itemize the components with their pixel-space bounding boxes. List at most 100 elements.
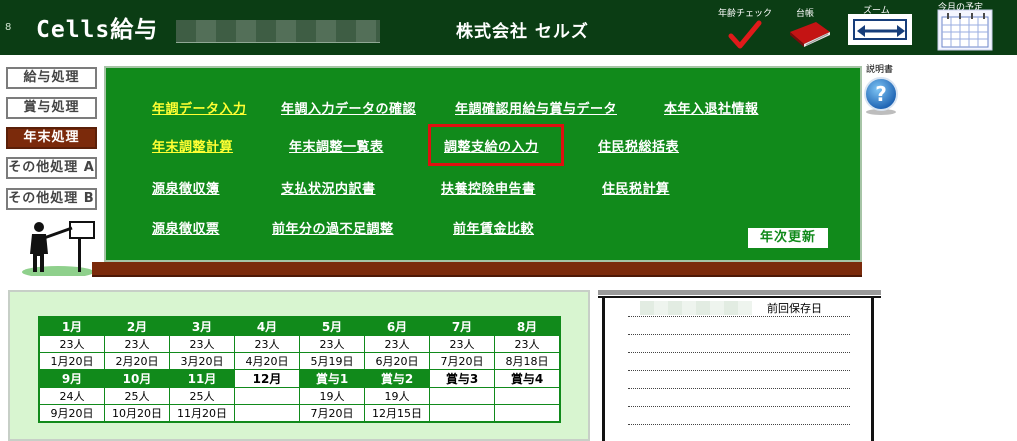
bonus-header[interactable]: 賞与4 — [494, 369, 561, 388]
ledger-book-icon[interactable] — [788, 20, 832, 48]
link-withholding-slip[interactable]: 源泉徴収票 — [152, 218, 220, 237]
employee-count — [494, 387, 561, 405]
link-withholding-book[interactable]: 源泉徴収簿 — [152, 178, 220, 197]
month-header[interactable]: 6月 — [364, 316, 430, 336]
month-header[interactable]: 12月 — [234, 369, 300, 388]
payment-date: 11月20日 — [169, 404, 235, 423]
bonus-header[interactable]: 賞与3 — [429, 369, 495, 388]
month-header[interactable]: 8月 — [494, 316, 561, 336]
month-summary-table: 1月 2月 3月 4月 5月 6月 7月 8月 23人 23人 23人 23人 … — [38, 316, 561, 423]
payment-date: 9月20日 — [38, 404, 105, 423]
save-log-line — [628, 406, 850, 407]
double-arrow-icon — [857, 25, 905, 37]
month-header[interactable]: 5月 — [299, 316, 365, 336]
employee-count: 23人 — [169, 335, 235, 353]
calendar-icon[interactable] — [937, 9, 993, 51]
last-saved-label: 前回保存日 — [767, 302, 822, 315]
link-prior-year-wage-compare[interactable]: 前年賃金比較 — [453, 218, 534, 237]
month-header[interactable]: 3月 — [169, 316, 235, 336]
link-year-end-calc[interactable]: 年末調整計算 — [152, 136, 233, 155]
payment-date: 5月19日 — [299, 352, 365, 370]
payment-date: 6月20日 — [364, 352, 430, 370]
save-log-line — [628, 370, 850, 371]
save-log-line — [628, 424, 850, 425]
link-payment-breakdown[interactable]: 支払状況内訳書 — [281, 178, 376, 197]
employee-count: 23人 — [429, 335, 495, 353]
employee-count: 25人 — [169, 387, 235, 405]
link-adjustment-payment-input[interactable]: 調整支給の入力 — [444, 136, 539, 155]
link-dependent-declaration[interactable]: 扶養控除申告書 — [441, 178, 536, 197]
redacted-saved-user — [640, 301, 752, 315]
nav-bonus-processing[interactable]: 賞与処理 — [6, 97, 97, 119]
month-header[interactable]: 9月 — [38, 369, 105, 388]
payment-date: 8月18日 — [494, 352, 561, 370]
employee-count: 25人 — [104, 387, 170, 405]
employee-count: 23人 — [364, 335, 430, 353]
save-log-line — [628, 388, 850, 389]
payment-date: 3月20日 — [169, 352, 235, 370]
payment-date — [234, 404, 300, 423]
annual-update-button[interactable]: 年次更新 — [748, 228, 828, 248]
payment-date: 12月15日 — [364, 404, 430, 423]
payment-date: 2月20日 — [104, 352, 170, 370]
employee-count — [429, 387, 495, 405]
employee-count: 23人 — [38, 335, 105, 353]
month-header[interactable]: 1月 — [38, 316, 105, 336]
payment-date: 4月20日 — [234, 352, 300, 370]
payment-date — [494, 404, 561, 423]
payment-date: 1月20日 — [38, 352, 105, 370]
nav-salary-processing[interactable]: 給与処理 — [6, 67, 97, 89]
payment-date: 7月20日 — [429, 352, 495, 370]
checkmark-icon[interactable] — [728, 20, 762, 50]
employee-count: 19人 — [364, 387, 430, 405]
link-year-end-list[interactable]: 年末調整一覧表 — [289, 136, 384, 155]
board-ledge — [92, 262, 862, 277]
link-salary-bonus-data[interactable]: 年調確認用給与賞与データ — [455, 98, 617, 117]
month-header[interactable]: 10月 — [104, 369, 170, 388]
payment-date — [429, 404, 495, 423]
employee-count — [234, 387, 300, 405]
presenter-illustration — [22, 221, 95, 276]
save-panel-left-border — [602, 298, 605, 441]
help-icon[interactable]: ? — [862, 76, 900, 116]
employee-count: 23人 — [299, 335, 365, 353]
employee-count: 23人 — [234, 335, 300, 353]
title-bar: 8 Cells給与 株式会社 セルズ 年齢チェック 台帳 ズーム 今月の予定 — [0, 0, 1017, 55]
month-header[interactable]: 4月 — [234, 316, 300, 336]
link-year-end-input-check[interactable]: 年調入力データの確認 — [281, 98, 416, 117]
nav-other-processing-b[interactable]: その他処理 B — [6, 188, 97, 210]
link-prior-year-adjustment[interactable]: 前年分の過不足調整 — [272, 218, 394, 237]
age-check-label: 年齢チェック — [718, 9, 773, 19]
company-name: 株式会社 セルズ — [456, 22, 589, 42]
employee-count: 23人 — [104, 335, 170, 353]
svg-text:?: ? — [875, 82, 887, 106]
employee-count: 24人 — [38, 387, 105, 405]
zoom-button[interactable] — [848, 14, 912, 45]
employee-count: 19人 — [299, 387, 365, 405]
payment-date: 7月20日 — [299, 404, 365, 423]
link-resident-tax-summary[interactable]: 住民税総括表 — [598, 136, 679, 155]
bonus-header[interactable]: 賞与2 — [364, 369, 430, 388]
save-log-line — [628, 334, 850, 335]
app-title: Cells給与 — [36, 17, 159, 43]
save-panel-right-border — [871, 298, 874, 441]
month-header[interactable]: 2月 — [104, 316, 170, 336]
link-year-end-data-input[interactable]: 年調データ入力 — [152, 98, 247, 117]
redacted-user-name — [176, 20, 380, 43]
nav-other-processing-a[interactable]: その他処理 A — [6, 157, 97, 179]
month-header[interactable]: 7月 — [429, 316, 495, 336]
row-number: 8 — [5, 22, 12, 33]
ledger-label: 台帳 — [796, 9, 815, 19]
payment-date: 10月20日 — [104, 404, 170, 423]
employee-count: 23人 — [494, 335, 561, 353]
save-panel-top — [598, 290, 881, 295]
link-resident-tax-calc[interactable]: 住民税計算 — [602, 178, 670, 197]
save-panel-rule — [598, 296, 881, 298]
link-hire-leave-info[interactable]: 本年入退社情報 — [664, 98, 759, 117]
bonus-header[interactable]: 賞与1 — [299, 369, 365, 388]
month-header[interactable]: 11月 — [169, 369, 235, 388]
nav-year-end-processing[interactable]: 年末処理 — [6, 127, 97, 149]
save-log-line — [628, 316, 850, 317]
save-log-line — [628, 352, 850, 353]
manual-label: 説明書 — [866, 65, 894, 75]
